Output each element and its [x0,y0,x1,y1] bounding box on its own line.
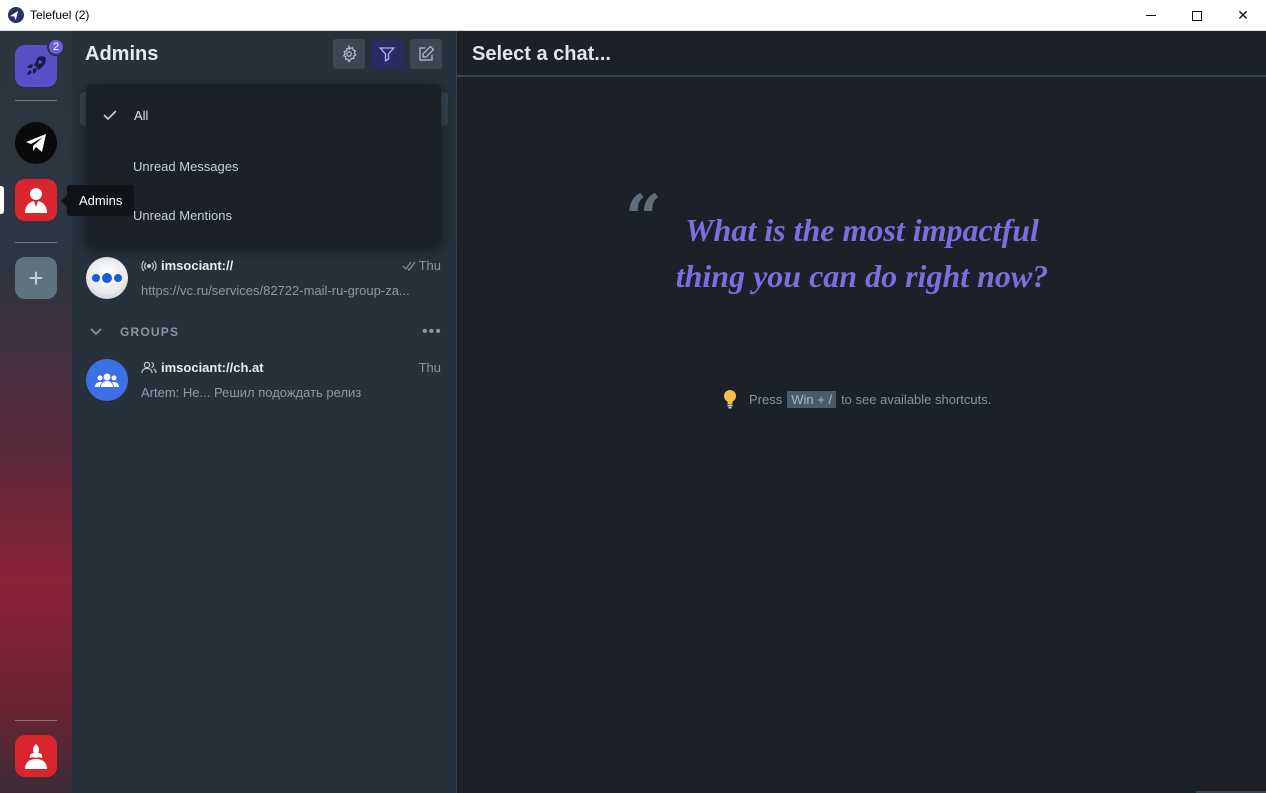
rail-divider [15,100,57,101]
close-button[interactable]: ✕ [1220,0,1266,31]
chat-title: imsociant://ch.at [141,360,264,375]
channel-avatar [86,257,128,299]
rail-divider [15,242,57,243]
settings-button[interactable] [333,39,365,69]
avatar-dot [102,273,112,283]
chat-preview: Artem: Не... Решил подождать релиз [141,385,441,400]
maximize-button[interactable] [1174,0,1220,31]
folder-title: Admins [85,43,159,65]
filter-icon [378,47,396,62]
section-label: GROUPS [120,325,180,339]
window-controls: ✕ [1128,0,1266,31]
message-sender: Artem: [141,385,180,400]
group-icon [95,373,119,387]
chat-preview: https://vc.ru/services/82722-mail-ru-gro… [141,283,410,298]
group-avatar [86,359,128,401]
chat-name-text: imsociant:// [161,258,234,273]
gear-icon [342,45,357,63]
minimize-button[interactable] [1128,0,1174,31]
rail-divider [15,720,57,721]
groups-section-header[interactable]: GROUPS ••• [72,320,456,344]
chat-time: Thu [419,360,441,375]
filter-option-all[interactable]: All [86,95,441,135]
account-rail: 2 + [0,31,72,793]
chevron-down-icon [90,328,102,336]
avatar-dot [92,274,100,282]
app-logo-icon [8,7,24,23]
window-title: Telefuel (2) [30,8,90,22]
chat-list-panel: Admins All Unread Messages Unread Mentio… [72,31,456,793]
chat-time: Thu [402,258,441,273]
filter-option-label: All [134,107,149,123]
chat-row-channel[interactable] [72,251,456,307]
active-account-indicator [0,186,4,214]
filter-dropdown-menu: All Unread Messages Unread Mentions [86,84,441,245]
unread-badge: 2 [47,38,65,56]
message-text: Не... Решил подождать релиз [182,385,362,400]
compose-button[interactable] [410,39,442,69]
window-titlebar: Telefuel (2) ✕ [0,0,1266,31]
filter-option-label: Unread Mentions [133,207,232,223]
rocket-icon [27,56,46,75]
more-options-icon[interactable]: ••• [422,323,442,341]
account-telegram[interactable] [15,122,57,164]
chat-view: Select a chat... “ What is the most impa… [456,31,1266,793]
filter-option-label: Unread Messages [133,158,239,174]
shortcut-hint: Press Win + / to see available shortcuts… [723,389,991,409]
account-tooltip: Admins [60,185,135,216]
filter-option-unread-messages[interactable]: Unread Messages [86,146,441,186]
chat-view-title: Select a chat... [472,43,611,65]
hint-text-before: Press [749,391,783,407]
chat-name-text: imsociant://ch.at [161,360,264,375]
chat-time-text: Thu [418,258,441,273]
maximize-icon [1192,10,1202,21]
filter-button[interactable] [371,39,403,69]
hint-text-after: to see available shortcuts. [841,391,992,407]
broadcast-icon [141,260,157,271]
telegram-icon [26,134,46,152]
minimize-icon [1146,15,1156,16]
account-admins[interactable] [15,179,57,221]
add-account-button[interactable]: + [15,257,57,299]
chat-time-text: Thu [418,360,441,375]
filter-option-unread-mentions[interactable]: Unread Mentions [86,195,441,235]
chat-list-header: Admins [72,31,456,77]
compose-icon [419,45,435,61]
user-icon [25,188,47,213]
checkmark-icon [103,110,117,121]
chat-title: imsociant:// [141,258,233,273]
user-icon [25,744,47,769]
group-icon [141,361,157,374]
chat-row-group[interactable] [72,353,456,409]
account-bottom[interactable] [15,735,57,777]
avatar-dot [114,274,122,282]
lightbulb-icon [724,390,736,409]
motivational-quote: What is the most impactful thing you can… [675,212,1049,294]
chat-view-header: Select a chat... [457,31,1266,77]
close-icon: ✕ [1237,7,1249,23]
shortcut-key: Win + / [787,390,837,408]
double-check-icon [402,261,416,271]
